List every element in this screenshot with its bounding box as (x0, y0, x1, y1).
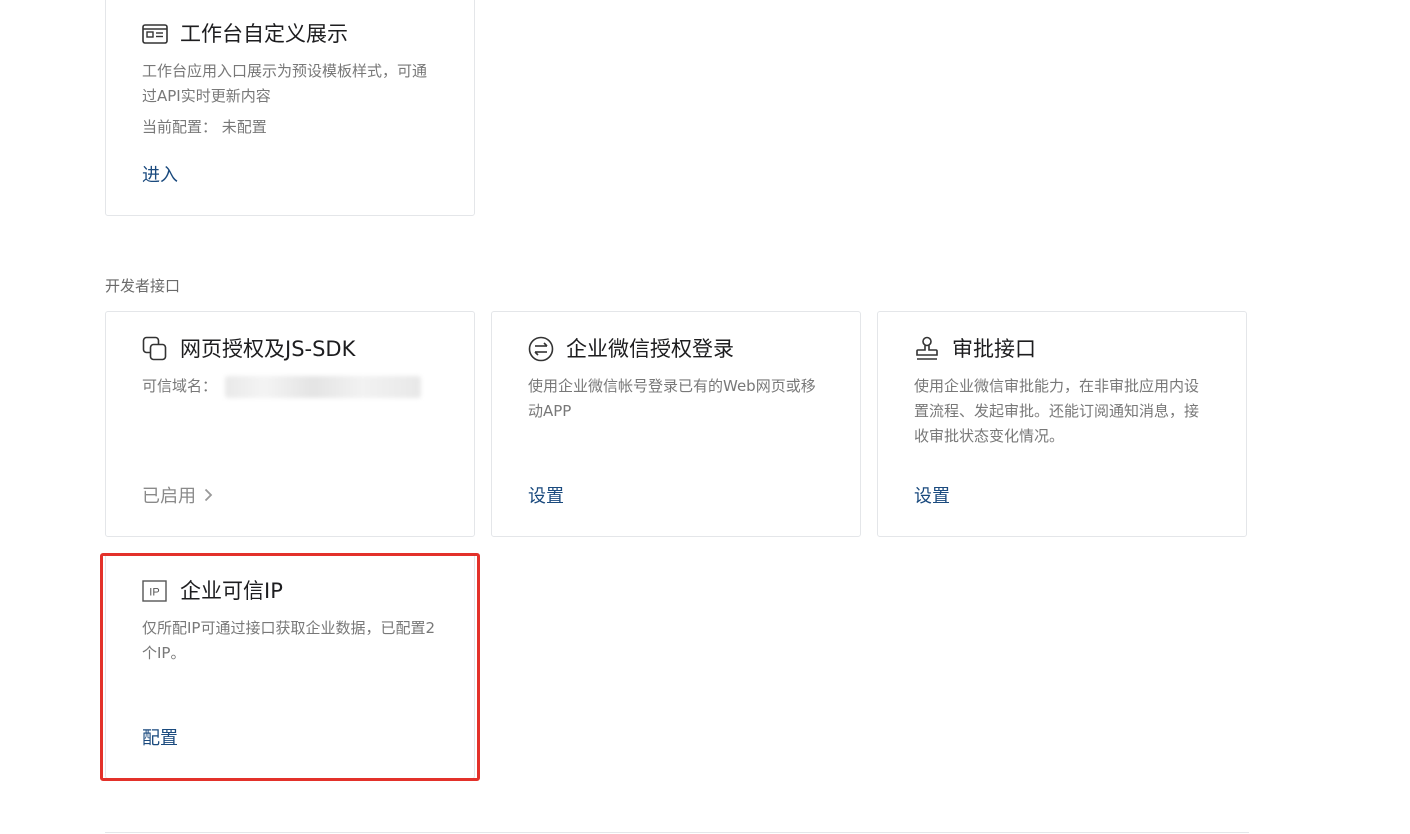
card-header: IP 企业可信IP (142, 576, 438, 606)
id-card-icon (142, 21, 168, 47)
overlap-squares-icon (142, 336, 168, 362)
card-description: 仅所配IP可通过接口获取企业数据，已配置2个IP。 (142, 619, 436, 662)
redacted-domain (225, 375, 422, 398)
section-title-developer-api: 开发者接口 (105, 277, 181, 295)
card-title: 工作台自定义展示 (180, 22, 348, 46)
card-workbench-display: 工作台自定义展示 工作台应用入口展示为预设模板样式，可通过API实时更新内容 当… (105, 0, 475, 216)
ip-badge-text: IP (149, 587, 159, 599)
card-wechat-work-login: 企业微信授权登录 使用企业微信帐号登录已有的Web网页或移动APP 设置 (491, 311, 861, 537)
configure-link[interactable]: 配置 (142, 724, 178, 750)
settings-link[interactable]: 设置 (914, 482, 950, 508)
card-title: 企业可信IP (180, 579, 283, 603)
card-title: 审批接口 (952, 337, 1036, 361)
card-description: 工作台应用入口展示为预设模板样式，可通过API实时更新内容 (142, 62, 428, 105)
card-web-auth-jssdk: 网页授权及JS-SDK 可信域名： 已启用 (105, 311, 475, 537)
enabled-label: 已启用 (142, 486, 196, 507)
chevron-right-icon (204, 488, 213, 502)
card-trusted-ip: IP 企业可信IP 仅所配IP可通过接口获取企业数据，已配置2个IP。 配置 (105, 553, 475, 779)
card-title: 企业微信授权登录 (566, 337, 734, 361)
section-divider (105, 832, 1249, 833)
ip-badge-icon: IP (142, 578, 168, 604)
current-config: 当前配置： 未配置 (142, 115, 438, 140)
card-description: 使用企业微信审批能力，在非审批应用内设置流程、发起审批。还能订阅通知消息，接收审… (914, 377, 1200, 445)
enabled-link[interactable]: 已启用 (142, 482, 213, 508)
current-config-value: 未配置 (221, 118, 267, 136)
trusted-domain-label: 可信域名： (142, 377, 218, 395)
card-title: 网页授权及JS-SDK (180, 337, 356, 361)
swap-arrows-icon (528, 336, 554, 362)
enter-link[interactable]: 进入 (142, 161, 178, 187)
card-approval-api: 审批接口 使用企业微信审批能力，在非审批应用内设置流程、发起审批。还能订阅通知消… (877, 311, 1247, 537)
card-header: 企业微信授权登录 (528, 334, 824, 364)
settings-link[interactable]: 设置 (528, 482, 564, 508)
trusted-domain: 可信域名： (142, 374, 438, 399)
card-header: 工作台自定义展示 (142, 19, 438, 49)
card-header: 网页授权及JS-SDK (142, 334, 438, 364)
card-description: 使用企业微信帐号登录已有的Web网页或移动APP (528, 377, 816, 420)
current-config-label: 当前配置： (142, 118, 218, 136)
card-header: 审批接口 (914, 334, 1210, 364)
stamp-icon (914, 336, 940, 362)
